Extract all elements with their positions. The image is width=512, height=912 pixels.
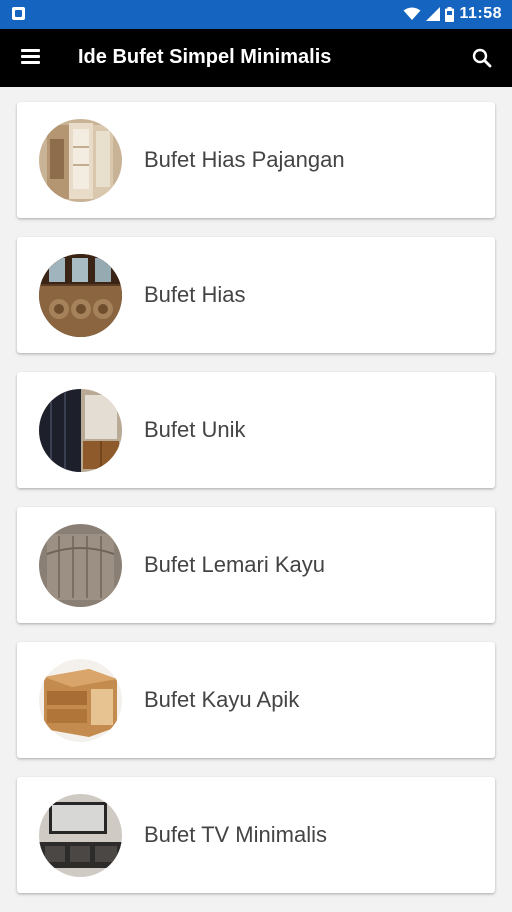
list-item-bufet-unik[interactable]: Bufet Unik xyxy=(17,372,495,488)
buffet-thumbnail xyxy=(39,254,122,337)
list-item-label: Bufet Lemari Kayu xyxy=(144,552,325,577)
buffet-thumbnail xyxy=(39,659,122,742)
buffet-thumbnail xyxy=(39,119,122,202)
list-item-label: Bufet Hias Pajangan xyxy=(144,147,345,172)
app-title: Ide Bufet Simpel Minimalis xyxy=(78,46,332,68)
list-item-label: Bufet Kayu Apik xyxy=(144,687,300,712)
buffet-thumbnail xyxy=(39,794,122,877)
list-item-label: Bufet TV Minimalis xyxy=(144,822,327,847)
list-item-bufet-hias-pajangan[interactable]: Bufet Hias Pajangan xyxy=(17,102,495,218)
list-item-label: Bufet Unik xyxy=(144,417,246,442)
list-item-bufet-kayu-apik[interactable]: Bufet Kayu Apik xyxy=(17,642,495,758)
status-bar: 11:58 xyxy=(0,0,512,29)
list-item-bufet-tv-minimalis[interactable]: Bufet TV Minimalis xyxy=(17,777,495,893)
list-item-label: Bufet Hias xyxy=(144,282,246,307)
status-icons: 11:58 xyxy=(403,4,502,24)
signal-icon xyxy=(426,7,441,21)
list-item-bufet-lemari-kayu[interactable]: Bufet Lemari Kayu xyxy=(17,507,495,623)
buffet-list: Bufet Hias Pajangan Bufet Hias Bufet Uni… xyxy=(17,102,495,912)
list-item-bufet-hias[interactable]: Bufet Hias xyxy=(17,237,495,353)
buffet-thumbnail xyxy=(39,389,122,472)
app-notification-icon xyxy=(12,7,25,20)
buffet-thumbnail xyxy=(39,524,122,607)
search-icon[interactable] xyxy=(466,42,498,74)
wifi-icon xyxy=(403,7,421,20)
hamburger-menu-icon[interactable] xyxy=(12,42,48,74)
status-time: 11:58 xyxy=(459,5,502,22)
battery-icon xyxy=(445,6,455,22)
app-bar: Ide Bufet Simpel Minimalis xyxy=(0,29,512,87)
